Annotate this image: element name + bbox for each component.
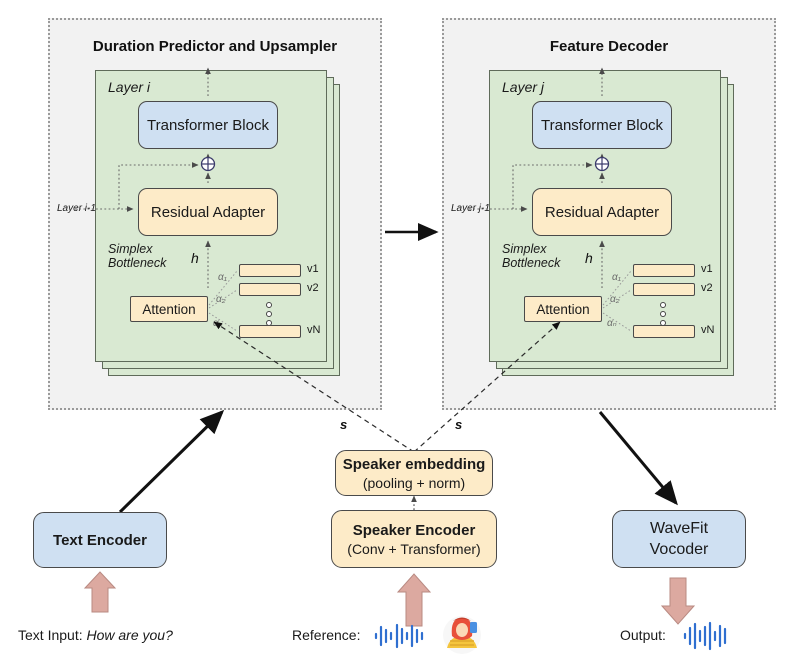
reference-waveform-icon — [374, 623, 424, 649]
text-input-caption: Text Input: How are you? — [18, 627, 173, 643]
text-encoder-block[interactable]: Text Encoder — [33, 512, 167, 568]
ellipsis-dots-right — [660, 302, 666, 326]
output-caption: Output: — [620, 627, 666, 643]
h-label-right: h — [585, 250, 593, 266]
text-input-value: How are you? — [86, 627, 173, 643]
simplex-line2-right: Bottleneck — [502, 256, 561, 270]
value-label-v1-left: v1 — [307, 263, 319, 275]
text-encoder-label: Text Encoder — [53, 531, 147, 549]
value-label-v2-right: v2 — [701, 282, 713, 294]
attention-box-right[interactable]: Attention — [524, 296, 602, 322]
value-box-vn-right — [633, 325, 695, 338]
speaker-encoder-label-line1: Speaker Encoder — [352, 521, 476, 539]
simplex-line1-right: Simplex — [502, 242, 547, 256]
simplex-bottleneck-label: Simplex Bottleneck — [108, 242, 166, 270]
transformer-block-box-right[interactable]: Transformer Block — [532, 101, 672, 149]
speaker-embedding-block[interactable]: Speaker embedding (pooling + norm) — [335, 450, 493, 496]
h-label-left: h — [191, 250, 199, 266]
output-waveform-icon — [683, 621, 727, 651]
value-label-v2-left: v2 — [307, 282, 319, 294]
transformer-block-box-left[interactable]: Transformer Block — [138, 101, 278, 149]
speaker-encoder-label-line2: (Conv + Transformer) — [347, 540, 481, 557]
text-input-prefix: Text Input: — [18, 627, 83, 643]
speaker-edge-label-left: s — [340, 417, 347, 432]
residual-adapter-box-right[interactable]: Residual Adapter — [532, 188, 672, 236]
text-input-arrow — [83, 571, 117, 613]
wavefit-label-line2: Vocoder — [649, 541, 709, 558]
alpha-n-label-left: αₙ — [213, 318, 223, 329]
value-label-v1-right: v1 — [701, 263, 713, 275]
speaker-embedding-label-line2: (pooling + norm) — [362, 474, 466, 491]
output-arrow — [660, 577, 696, 625]
prev-layer-label-left: Layer i-1 — [57, 203, 96, 214]
alpha-n-label-right: αₙ — [607, 318, 617, 329]
speaker-embedding-label-line1: Speaker embedding — [342, 455, 486, 473]
value-box-v1-right — [633, 264, 695, 277]
wavefit-vocoder-block[interactable]: WaveFit Vocoder — [612, 510, 746, 568]
alpha-2-label-right: α₂ — [610, 294, 620, 305]
feature-decoder-panel-title: Feature Decoder — [549, 38, 669, 55]
simplex-bottleneck-label-right: Simplex Bottleneck — [502, 242, 560, 270]
value-box-v2-right — [633, 283, 695, 296]
value-label-vn-left: vN — [307, 324, 321, 336]
speaker-edge-label-right: s — [455, 417, 462, 432]
value-box-vn-left — [239, 325, 301, 338]
layer-label: Layer i — [108, 79, 151, 95]
alpha-1-label-right: α₁ — [612, 272, 621, 283]
reference-speaker-avatar-icon — [443, 616, 481, 654]
value-label-vn-right: vN — [701, 324, 715, 336]
simplex-line2: Bottleneck — [108, 256, 167, 270]
duration-predictor-panel-title: Duration Predictor and Upsampler — [92, 38, 338, 55]
text-encoder-to-duration-arrow — [118, 409, 225, 514]
speaker-encoder-block[interactable]: Speaker Encoder (Conv + Transformer) — [331, 510, 497, 568]
alpha-2-label-left: α₂ — [216, 294, 226, 305]
simplex-line1: Simplex — [108, 242, 153, 256]
residual-adapter-box-left[interactable]: Residual Adapter — [138, 188, 278, 236]
prev-layer-label-right: Layer j-1 — [451, 203, 490, 214]
decoder-to-vocoder-arrow — [598, 411, 678, 506]
ellipsis-dots-left — [266, 302, 272, 326]
attention-box-left[interactable]: Attention — [130, 296, 208, 322]
reference-caption: Reference: — [292, 627, 361, 643]
reference-input-arrow — [396, 573, 432, 627]
value-box-v2-left — [239, 283, 301, 296]
layer-label-right: Layer j — [502, 79, 545, 95]
wavefit-label-line1: WaveFit — [649, 520, 709, 537]
alpha-1-label-left: α₁ — [218, 272, 227, 283]
value-box-v1-left — [239, 264, 301, 277]
